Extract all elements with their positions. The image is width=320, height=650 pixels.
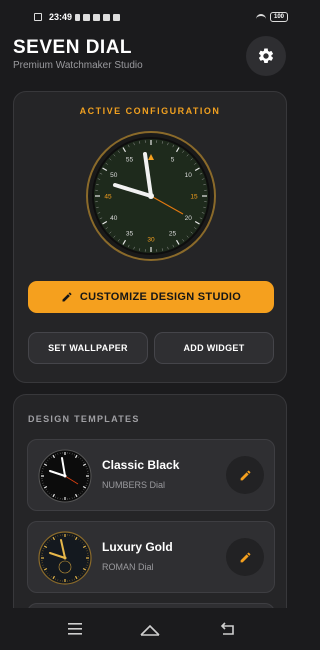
add-widget-label: ADD WIDGET xyxy=(183,343,245,353)
customize-design-studio-button[interactable]: CUSTOMIZE DESIGN STUDIO xyxy=(28,281,274,313)
design-templates-card: DESIGN TEMPLATES Classic Black NUMBERS D… xyxy=(13,394,287,624)
dial-number: 20 xyxy=(185,215,193,222)
template-type: NUMBERS Dial xyxy=(102,480,166,490)
gear-icon xyxy=(258,48,274,63)
app-notification-icon xyxy=(103,13,111,21)
app-title: SEVEN DIAL xyxy=(13,37,133,58)
pencil-icon xyxy=(240,470,250,480)
dial-number: 5 xyxy=(171,156,175,163)
active-configuration-card: ACTIVE CONFIGURATION 5 10 15 20 25 30 35 40 45 50… xyxy=(13,91,287,383)
dial-number: 15 xyxy=(190,194,198,201)
dial-number: 25 xyxy=(169,231,177,238)
battery-indicator: 100 xyxy=(269,12,288,22)
status-time: 23:49 xyxy=(49,12,73,22)
customize-button-label: CUSTOMIZE DESIGN STUDIO xyxy=(79,291,242,303)
usb-icon xyxy=(75,13,81,21)
template-name: Luxury Gold xyxy=(102,540,173,554)
dial-number: 40 xyxy=(110,215,118,222)
add-widget-button[interactable]: ADD WIDGET xyxy=(154,332,274,364)
status-bar: 23:49 100 xyxy=(0,0,300,34)
home-icon xyxy=(140,624,160,636)
template-name: Classic Black xyxy=(102,458,180,472)
luxury-gold-thumbnail xyxy=(38,531,92,585)
app-header: SEVEN DIAL Premium Watchmaker Studio xyxy=(0,34,300,84)
back-button[interactable] xyxy=(218,620,238,638)
app-notification-icon xyxy=(113,13,121,21)
youtube-icon xyxy=(93,13,101,21)
active-configuration-label: ACTIVE CONFIGURATION xyxy=(79,106,221,116)
watch-face-preview[interactable]: 5 10 15 20 25 30 35 40 45 50 55 xyxy=(85,130,217,262)
dial-number: 45 xyxy=(104,194,112,201)
gallery-icon xyxy=(34,13,42,21)
pencil-icon xyxy=(62,292,72,302)
back-icon xyxy=(220,622,234,635)
dial-number: 50 xyxy=(110,172,118,179)
dial-number: 35 xyxy=(126,231,134,238)
status-right: 100 xyxy=(255,12,288,22)
set-wallpaper-label: SET WALLPAPER xyxy=(48,343,128,353)
hand-pivot xyxy=(148,193,154,199)
pencil-icon xyxy=(240,552,250,562)
template-item-classic-black[interactable]: Classic Black NUMBERS Dial xyxy=(27,439,275,511)
notification-icon xyxy=(83,13,91,21)
menu-icon xyxy=(68,623,82,635)
app-subtitle: Premium Watchmaker Studio xyxy=(13,60,143,71)
system-navigation-bar xyxy=(0,608,300,650)
classic-black-thumbnail xyxy=(38,449,92,503)
edit-template-button[interactable] xyxy=(226,538,264,576)
status-left: 23:49 xyxy=(34,12,121,22)
set-wallpaper-button[interactable]: SET WALLPAPER xyxy=(28,332,148,364)
dial-number: 30 xyxy=(147,237,155,244)
recent-apps-button[interactable] xyxy=(65,620,85,638)
template-item-luxury-gold[interactable]: Luxury Gold ROMAN Dial xyxy=(27,521,275,593)
wifi-icon xyxy=(255,13,266,21)
thumb-pivot xyxy=(63,556,67,560)
settings-button[interactable] xyxy=(246,36,286,76)
template-type: ROMAN Dial xyxy=(102,562,154,572)
home-button[interactable] xyxy=(140,620,160,638)
thumb-pivot xyxy=(63,474,67,478)
dial-number: 10 xyxy=(185,172,193,179)
design-templates-heading: DESIGN TEMPLATES xyxy=(28,414,140,424)
edit-template-button[interactable] xyxy=(226,456,264,494)
dial-number: 55 xyxy=(126,156,134,163)
